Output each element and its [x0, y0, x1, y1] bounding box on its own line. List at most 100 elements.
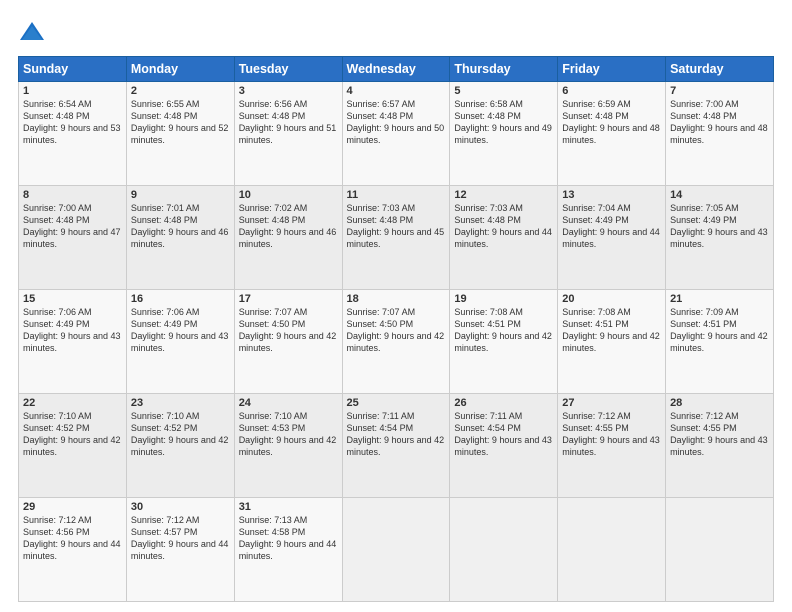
dow-header: Saturday [666, 57, 774, 82]
day-info: Sunrise: 7:01 AMSunset: 4:48 PMDaylight:… [131, 203, 229, 249]
day-number: 9 [131, 189, 230, 201]
logo-icon [18, 18, 46, 46]
day-info: Sunrise: 7:04 AMSunset: 4:49 PMDaylight:… [562, 203, 660, 249]
day-number: 24 [239, 397, 338, 409]
calendar-table: SundayMondayTuesdayWednesdayThursdayFrid… [18, 56, 774, 602]
calendar-cell: 24Sunrise: 7:10 AMSunset: 4:53 PMDayligh… [234, 394, 342, 498]
day-info: Sunrise: 7:00 AMSunset: 4:48 PMDaylight:… [23, 203, 121, 249]
day-info: Sunrise: 7:11 AMSunset: 4:54 PMDaylight:… [347, 411, 445, 457]
day-number: 5 [454, 85, 553, 97]
calendar-cell: 31 Sunrise: 7:13 AMSunset: 4:58 PMDayligh… [234, 498, 342, 602]
calendar-cell [342, 498, 450, 602]
calendar-cell: 3 Sunrise: 6:56 AMSunset: 4:48 PMDaylight… [234, 82, 342, 186]
day-info: Sunrise: 7:05 AMSunset: 4:49 PMDaylight:… [670, 203, 768, 249]
calendar-cell: 14 Sunrise: 7:05 AMSunset: 4:49 PMDayligh… [666, 186, 774, 290]
calendar-cell: 18 Sunrise: 7:07 AMSunset: 4:50 PMDayligh… [342, 290, 450, 394]
day-info: Sunrise: 7:08 AMSunset: 4:51 PMDaylight:… [454, 307, 552, 353]
calendar-cell: 25 Sunrise: 7:11 AMSunset: 4:54 PMDayligh… [342, 394, 450, 498]
day-of-week-row: SundayMondayTuesdayWednesdayThursdayFrid… [19, 57, 774, 82]
calendar-cell: 1 Sunrise: 6:54 AMSunset: 4:48 PMDaylight… [19, 82, 127, 186]
calendar-cell: 21 Sunrise: 7:09 AMSunset: 4:51 PMDayligh… [666, 290, 774, 394]
day-info: Sunrise: 6:55 AMSunset: 4:48 PMDaylight:… [131, 99, 229, 145]
day-info: Sunrise: 7:12 AMSunset: 4:57 PMDaylight:… [131, 515, 229, 561]
calendar-cell: 9 Sunrise: 7:01 AMSunset: 4:48 PMDaylight… [126, 186, 234, 290]
day-number: 8 [23, 189, 122, 201]
calendar-cell [558, 498, 666, 602]
dow-header: Sunday [19, 57, 127, 82]
day-info: Sunrise: 7:11 AMSunset: 4:54 PMDaylight:… [454, 411, 552, 457]
calendar-cell: 10Sunrise: 7:02 AMSunset: 4:48 PMDayligh… [234, 186, 342, 290]
calendar-week-row: 1 Sunrise: 6:54 AMSunset: 4:48 PMDaylight… [19, 82, 774, 186]
header [18, 18, 774, 46]
day-info: Sunrise: 7:07 AMSunset: 4:50 PMDaylight:… [347, 307, 445, 353]
day-number: 7 [670, 85, 769, 97]
calendar-cell: 5Sunrise: 6:58 AMSunset: 4:48 PMDaylight… [450, 82, 558, 186]
day-number: 20 [562, 293, 661, 305]
dow-header: Wednesday [342, 57, 450, 82]
day-number: 1 [23, 85, 122, 97]
day-info: Sunrise: 6:56 AMSunset: 4:48 PMDaylight:… [239, 99, 337, 145]
dow-header: Tuesday [234, 57, 342, 82]
calendar-body: 1 Sunrise: 6:54 AMSunset: 4:48 PMDaylight… [19, 82, 774, 602]
day-number: 4 [347, 85, 446, 97]
dow-header: Friday [558, 57, 666, 82]
day-number: 17 [239, 293, 338, 305]
calendar-cell: 20 Sunrise: 7:08 AMSunset: 4:51 PMDayligh… [558, 290, 666, 394]
day-info: Sunrise: 6:57 AMSunset: 4:48 PMDaylight:… [347, 99, 445, 145]
day-number: 13 [562, 189, 661, 201]
day-number: 26 [454, 397, 553, 409]
logo [18, 18, 48, 46]
calendar-cell: 11 Sunrise: 7:03 AMSunset: 4:48 PMDayligh… [342, 186, 450, 290]
day-info: Sunrise: 7:03 AMSunset: 4:48 PMDaylight:… [347, 203, 445, 249]
day-number: 10 [239, 189, 338, 201]
day-number: 14 [670, 189, 769, 201]
calendar-cell: 30 Sunrise: 7:12 AMSunset: 4:57 PMDayligh… [126, 498, 234, 602]
day-number: 29 [23, 501, 122, 513]
calendar-cell: 17Sunrise: 7:07 AMSunset: 4:50 PMDayligh… [234, 290, 342, 394]
day-number: 18 [347, 293, 446, 305]
day-number: 6 [562, 85, 661, 97]
calendar-cell: 7 Sunrise: 7:00 AMSunset: 4:48 PMDaylight… [666, 82, 774, 186]
day-number: 28 [670, 397, 769, 409]
calendar-cell: 15Sunrise: 7:06 AMSunset: 4:49 PMDayligh… [19, 290, 127, 394]
day-info: Sunrise: 7:09 AMSunset: 4:51 PMDaylight:… [670, 307, 768, 353]
calendar-cell: 23 Sunrise: 7:10 AMSunset: 4:52 PMDayligh… [126, 394, 234, 498]
calendar-cell: 27Sunrise: 7:12 AMSunset: 4:55 PMDayligh… [558, 394, 666, 498]
calendar-cell: 2Sunrise: 6:55 AMSunset: 4:48 PMDaylight… [126, 82, 234, 186]
dow-header: Thursday [450, 57, 558, 82]
day-number: 21 [670, 293, 769, 305]
day-number: 11 [347, 189, 446, 201]
day-number: 3 [239, 85, 338, 97]
dow-header: Monday [126, 57, 234, 82]
day-number: 31 [239, 501, 338, 513]
page: SundayMondayTuesdayWednesdayThursdayFrid… [0, 0, 792, 612]
calendar-cell: 8 Sunrise: 7:00 AMSunset: 4:48 PMDaylight… [19, 186, 127, 290]
calendar-cell: 22Sunrise: 7:10 AMSunset: 4:52 PMDayligh… [19, 394, 127, 498]
day-number: 22 [23, 397, 122, 409]
day-number: 16 [131, 293, 230, 305]
day-info: Sunrise: 7:06 AMSunset: 4:49 PMDaylight:… [23, 307, 121, 353]
calendar-cell: 29Sunrise: 7:12 AMSunset: 4:56 PMDayligh… [19, 498, 127, 602]
calendar-week-row: 22 Sunrise: 7:10 AMSunset: 4:52 PMDayligh… [19, 394, 774, 498]
day-info: Sunrise: 7:08 AMSunset: 4:51 PMDaylight:… [562, 307, 660, 353]
day-number: 23 [131, 397, 230, 409]
day-number: 30 [131, 501, 230, 513]
day-info: Sunrise: 7:12 AMSunset: 4:55 PMDaylight:… [670, 411, 768, 457]
calendar-cell: 26 Sunrise: 7:11 AMSunset: 4:54 PMDayligh… [450, 394, 558, 498]
day-info: Sunrise: 7:03 AMSunset: 4:48 PMDaylight:… [454, 203, 552, 249]
calendar-cell [450, 498, 558, 602]
calendar-week-row: 29Sunrise: 7:12 AMSunset: 4:56 PMDayligh… [19, 498, 774, 602]
day-info: Sunrise: 7:00 AMSunset: 4:48 PMDaylight:… [670, 99, 768, 145]
calendar-cell: 16 Sunrise: 7:06 AMSunset: 4:49 PMDayligh… [126, 290, 234, 394]
day-number: 27 [562, 397, 661, 409]
day-info: Sunrise: 7:10 AMSunset: 4:52 PMDaylight:… [131, 411, 229, 457]
day-info: Sunrise: 6:54 AMSunset: 4:48 PMDaylight:… [23, 99, 121, 145]
day-info: Sunrise: 7:06 AMSunset: 4:49 PMDaylight:… [131, 307, 229, 353]
day-info: Sunrise: 6:59 AMSunset: 4:48 PMDaylight:… [562, 99, 660, 145]
calendar-cell: 19 Sunrise: 7:08 AMSunset: 4:51 PMDayligh… [450, 290, 558, 394]
calendar-cell: 12Sunrise: 7:03 AMSunset: 4:48 PMDayligh… [450, 186, 558, 290]
day-number: 19 [454, 293, 553, 305]
day-number: 25 [347, 397, 446, 409]
day-info: Sunrise: 7:13 AMSunset: 4:58 PMDaylight:… [239, 515, 337, 561]
calendar-week-row: 15Sunrise: 7:06 AMSunset: 4:49 PMDayligh… [19, 290, 774, 394]
